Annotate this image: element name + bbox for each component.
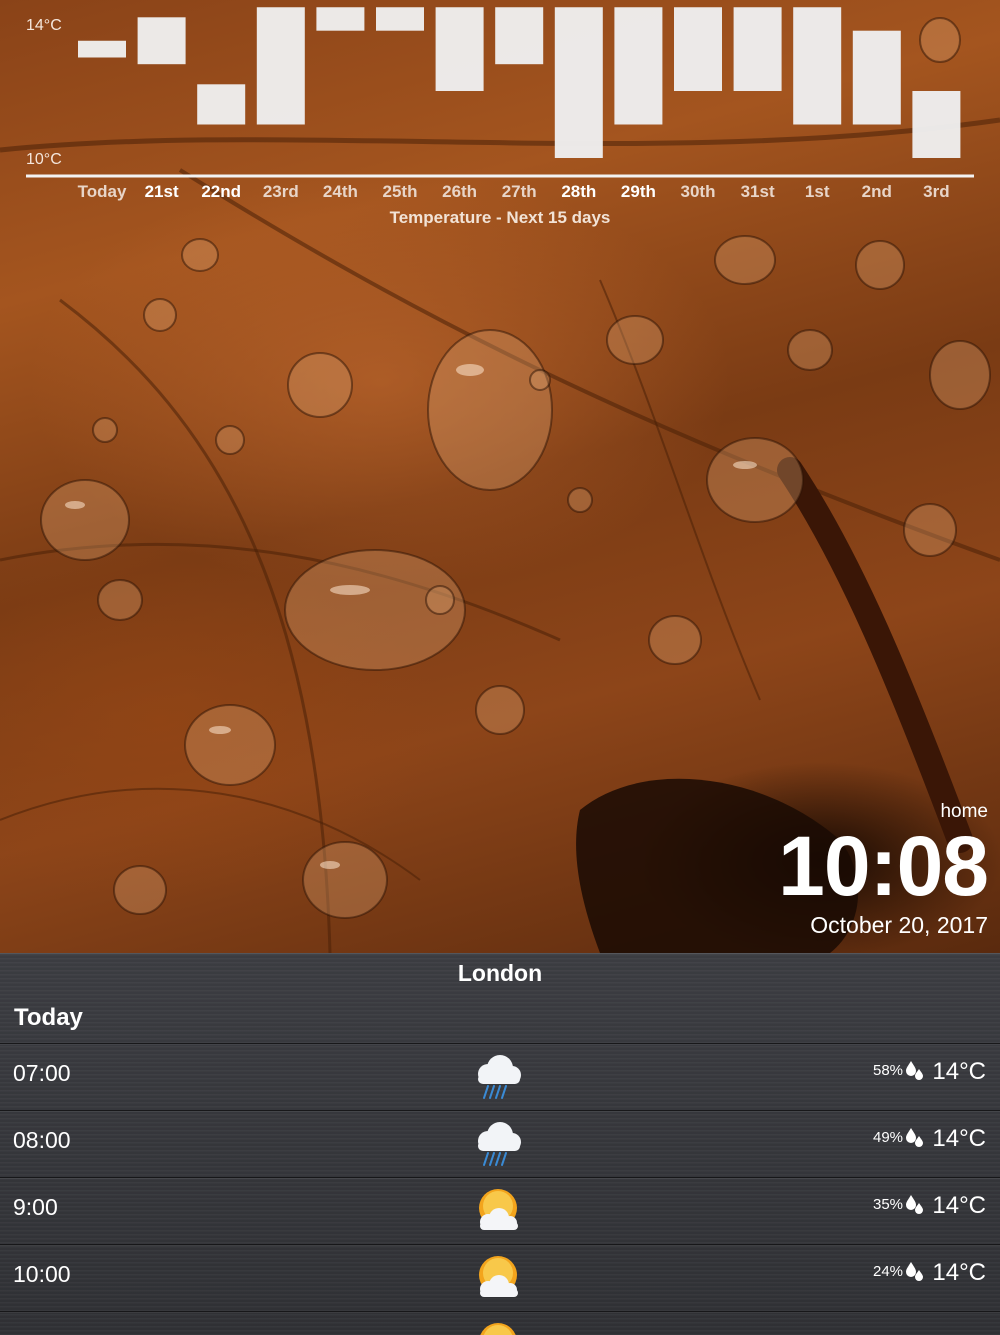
hour-time: 08:00	[13, 1127, 71, 1153]
sun-cloud-icon	[479, 1189, 518, 1230]
hour-time: 9:00	[13, 1194, 58, 1220]
clock-widget: home 10:08 October 20, 2017	[778, 800, 989, 940]
temperature-bar-1	[137, 17, 186, 65]
y-tick-top: 14°C	[26, 17, 62, 34]
day-label-7: 27th	[502, 182, 537, 201]
day-label-12: 1st	[805, 182, 830, 201]
temperature-bar-6	[435, 7, 484, 91]
hour-temp: 14°C	[932, 1259, 986, 1286]
hour-row: 08:00 49% 14°C	[0, 1110, 1000, 1177]
temperature-bar-5	[376, 7, 424, 31]
raindrop-icon	[906, 1262, 923, 1281]
temperature-bar-14	[912, 91, 961, 158]
rain-cloud-icon	[478, 1055, 521, 1099]
hour-row: 9:00 35% 14°C	[0, 1177, 1000, 1244]
day-label-6: 26th	[442, 182, 477, 201]
day-label-8: 28th	[561, 182, 596, 201]
temperature-bar-8	[554, 7, 603, 158]
hour-row-partial	[0, 1311, 1000, 1335]
hour-time: 10:00	[13, 1261, 71, 1287]
rain-cloud-icon	[478, 1122, 521, 1166]
day-label-5: 25th	[383, 182, 418, 201]
hour-temp: 14°C	[932, 1125, 986, 1152]
temperature-bar-12	[793, 7, 842, 125]
precip-chance: 24%	[873, 1263, 904, 1280]
day-label-14: 3rd	[923, 182, 949, 201]
day-label-1: 21st	[145, 182, 179, 201]
day-label-2: 22nd	[201, 182, 241, 201]
city-name: London	[457, 960, 543, 986]
day-label-9: 29th	[621, 182, 656, 201]
raindrop-icon	[906, 1128, 923, 1147]
temperature-bar-2	[197, 84, 246, 125]
sun-icon	[480, 1323, 516, 1335]
clock-date: October 20, 2017	[810, 912, 988, 938]
temperature-bar-3	[256, 7, 305, 125]
hour-row: 10:00 24% 14°C	[0, 1244, 1000, 1311]
precip-chance: 49%	[873, 1129, 904, 1146]
day-label-13: 2nd	[862, 182, 892, 201]
temperature-bar-0	[78, 40, 126, 58]
day-label-10: 30th	[681, 182, 716, 201]
temperature-bar-7	[495, 7, 544, 65]
hour-temp: 14°C	[932, 1192, 986, 1219]
hour-temp: 14°C	[932, 1058, 986, 1085]
day-label-3: 23rd	[263, 182, 299, 201]
chart-title: Temperature - Next 15 days	[390, 208, 611, 227]
y-tick-bottom: 10°C	[26, 151, 62, 168]
day-heading: Today	[14, 1004, 83, 1031]
day-label-11: 31st	[741, 182, 775, 201]
raindrop-icon	[906, 1061, 923, 1080]
temperature-bar-10	[674, 7, 722, 91]
temperature-bar-9	[614, 7, 663, 125]
sun-cloud-icon	[479, 1256, 518, 1297]
raindrop-icon	[906, 1195, 923, 1214]
day-label-0: Today	[78, 182, 127, 201]
clock-time: 10:08	[778, 819, 989, 913]
temperature-chart: 14°C 10°C Today 21st 22nd 23rd 24th 25th 26th 2…	[26, 7, 974, 227]
temperature-bar-13	[852, 30, 901, 125]
precip-chance: 35%	[873, 1196, 904, 1213]
temperature-bar-11	[733, 7, 782, 91]
temperature-bar-4	[316, 7, 365, 31]
precip-chance: 58%	[873, 1062, 904, 1079]
hour-time: 07:00	[13, 1060, 71, 1086]
day-label-4: 24th	[323, 182, 358, 201]
forecast-panel[interactable]: London Today 07:00 58% 14°C 08:00 49% 14…	[0, 953, 1000, 1335]
hour-row: 07:00 58% 14°C	[0, 1043, 1000, 1110]
wallpaper-leaf-raindrops: 14°C 10°C Today 21st 22nd 23rd 24th 25th 26th 2…	[0, 0, 1000, 953]
